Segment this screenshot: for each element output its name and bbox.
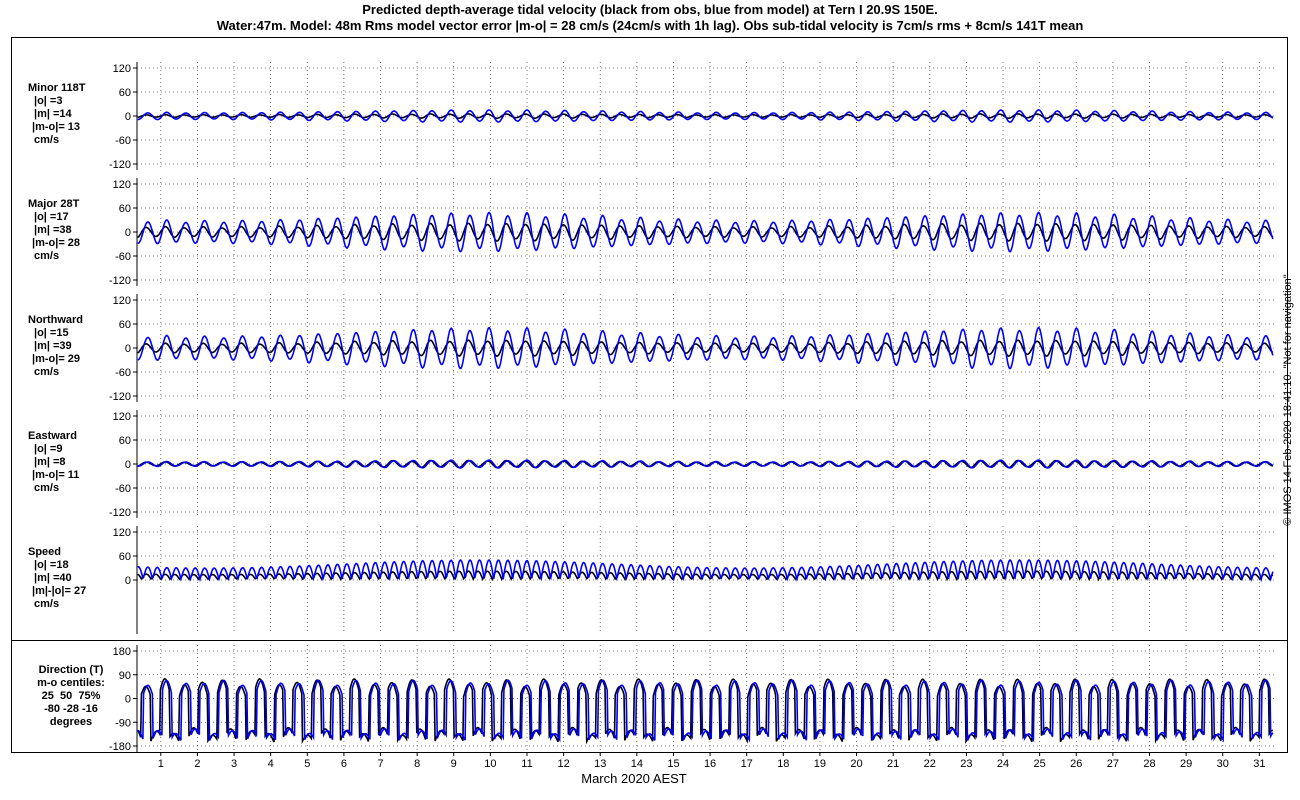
xtick-label-15: 15 [667, 758, 679, 770]
xtick-label-8: 8 [414, 758, 420, 770]
ytick-label-northward--120: -120 [109, 391, 131, 403]
xtick-label-28: 28 [1143, 758, 1155, 770]
panel-label-line: |m| =38 [34, 223, 72, 236]
panel-label-direction: Direction (T) m-o centiles: 25 50 75% -80 -… [16, 664, 126, 729]
ytick-label-major--120: -120 [109, 275, 131, 287]
xtick-label-13: 13 [594, 758, 606, 770]
xtick-label-26: 26 [1070, 758, 1082, 770]
x-axis-label: March 2020 AEST [581, 771, 687, 786]
panel-label-line: |o| =18 [34, 558, 69, 571]
tidal-velocity-chart: -120-60060120-120-60060120-120-60060120-… [11, 37, 1288, 786]
xtick-label-20: 20 [850, 758, 862, 770]
panel-label-line: cm/s [34, 249, 60, 262]
panel-label-line: |m-o|= 28 [32, 236, 81, 249]
ytick-label-major-120: 120 [113, 179, 131, 191]
panel-label-line: |m| =14 [34, 107, 72, 120]
xtick-label-27: 27 [1107, 758, 1119, 770]
panel-label-minor: Minor 118T |o| =3 |m| =14 |m-o|= 13 cm/s [28, 82, 138, 147]
xtick-label-25: 25 [1034, 758, 1046, 770]
ytick-label-speed-120: 120 [113, 527, 131, 539]
ytick-label-eastward--120: -120 [109, 507, 131, 519]
panel-label-line: Northward [28, 313, 83, 326]
panel-label-major: Major 28T |o| =17 |m| =38 |m-o|= 28 cm/s [28, 198, 138, 263]
panel-label-line: |m| =8 [34, 455, 66, 468]
xtick-label-10: 10 [484, 758, 496, 770]
ytick-label-direction-180: 180 [113, 646, 131, 658]
panel-label-line: m-o centiles: [37, 677, 105, 689]
series-model-speed [137, 558, 1274, 583]
xtick-label-16: 16 [704, 758, 716, 770]
panel-label-line: Speed [28, 545, 62, 558]
xtick-label-31: 31 [1253, 758, 1265, 770]
panel-label-line: Minor 118T [28, 81, 86, 94]
panel-label-line: cm/s [34, 365, 60, 378]
credit-text: © IMOS 14-Feb-2020 18:41:10. "Not for na… [1282, 274, 1294, 526]
panel-label-line: |m| =40 [34, 571, 72, 584]
ytick-label-eastward-120: 120 [113, 411, 131, 423]
ytick-label-minor--120: -120 [109, 159, 131, 171]
panel-label-speed: Speed |o| =18 |m| =40 |m|-|o|= 27 cm/s [28, 546, 138, 611]
xtick-label-6: 6 [341, 758, 347, 770]
panel-label-line: cm/s [34, 133, 60, 146]
panel-label-line: cm/s [34, 597, 60, 610]
panel-label-line: |m-o|= 13 [32, 120, 81, 133]
series-model-direction [137, 679, 1274, 743]
panel-label-eastward: Eastward |o| =9 |m| =8 |m-o|= 11 cm/s [28, 430, 138, 495]
panel-label-line: |o| =17 [34, 210, 69, 223]
panel-label-line: |m|-|o|= 27 [32, 584, 87, 597]
xtick-label-21: 21 [887, 758, 899, 770]
xtick-label-19: 19 [814, 758, 826, 770]
panel-label-line: |m-o|= 29 [32, 352, 81, 365]
panel-label-line: -80 -28 -16 [44, 703, 98, 715]
panel-label-line: |o| =9 [34, 442, 63, 455]
panel-label-line: |m| =39 [34, 339, 72, 352]
xtick-label-7: 7 [377, 758, 383, 770]
panel-label-line: Major 28T [28, 197, 80, 210]
xtick-label-29: 29 [1180, 758, 1192, 770]
ytick-label-direction--180: -180 [109, 741, 131, 753]
xtick-label-1: 1 [158, 758, 164, 770]
xtick-label-14: 14 [631, 758, 643, 770]
panel-label-line: degrees [49, 716, 93, 728]
panel-label-line: |o| =3 [34, 94, 63, 107]
xtick-label-4: 4 [268, 758, 274, 770]
xtick-label-5: 5 [304, 758, 310, 770]
xtick-label-23: 23 [960, 758, 972, 770]
panel-label-line: Direction (T) [38, 664, 104, 676]
panel-label-line: cm/s [34, 481, 60, 494]
series-obs-speed [137, 570, 1274, 582]
xtick-label-11: 11 [521, 758, 532, 770]
xtick-label-12: 12 [557, 758, 569, 770]
panel-label-northward: Northward |o| =15 |m| =39 |m-o|= 29 cm/s [28, 314, 138, 379]
xtick-label-22: 22 [924, 758, 936, 770]
ytick-label-minor-120: 120 [113, 63, 131, 75]
xtick-label-3: 3 [231, 758, 237, 770]
xtick-label-9: 9 [451, 758, 457, 770]
xtick-label-2: 2 [194, 758, 200, 770]
xtick-label-17: 17 [741, 758, 753, 770]
ytick-label-northward-120: 120 [113, 295, 131, 307]
xtick-label-30: 30 [1217, 758, 1229, 770]
panel-label-line: 25 50 75% [41, 690, 101, 702]
panel-label-line: |o| =15 [34, 326, 69, 339]
panel-label-line: Eastward [28, 429, 77, 442]
xtick-label-24: 24 [997, 758, 1009, 770]
xtick-label-18: 18 [777, 758, 789, 770]
panel-label-line: |m-o|= 11 [32, 468, 80, 481]
